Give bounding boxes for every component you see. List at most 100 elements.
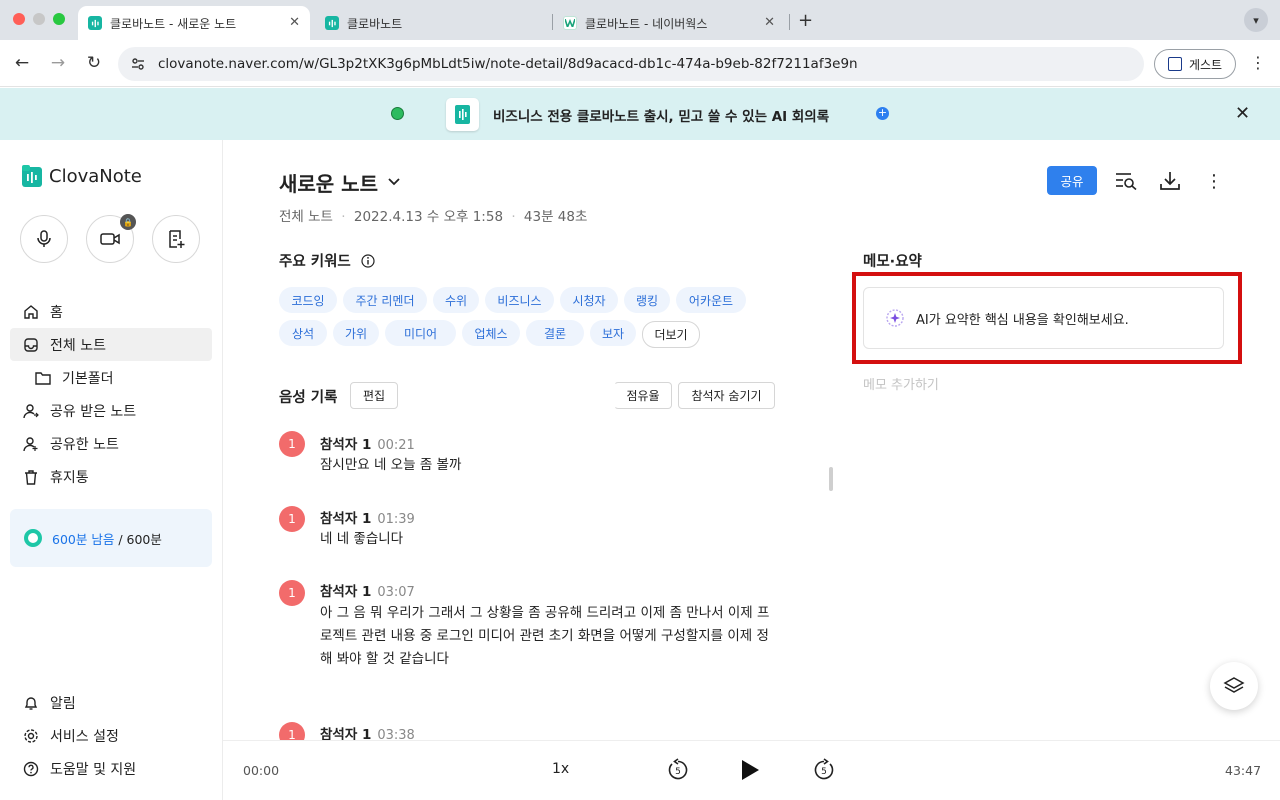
skip-seconds-label: 5 [821, 767, 827, 777]
forward-5-button[interactable]: 5 [811, 757, 837, 783]
play-icon [742, 760, 759, 780]
sidebar-item-label: 서비스 설정 [50, 728, 119, 745]
keyword-chip[interactable]: 비즈니스 [485, 287, 554, 313]
keyword-chip[interactable]: 코드잉 [279, 287, 337, 313]
keyword-chip[interactable]: 상석 [279, 320, 327, 346]
download-icon[interactable] [1159, 170, 1181, 192]
utterance-timestamp[interactable]: 03:07 [377, 585, 414, 600]
speaker-line[interactable]: 참석자 1 00:21 [320, 433, 415, 453]
browser-tab-active[interactable]: 클로바노트 - 새로운 노트 ✕ [78, 6, 310, 40]
speaker-share-button[interactable]: 점유율 [614, 382, 672, 409]
note-title-dropdown[interactable]: 새로운 노트 [279, 168, 400, 197]
keyword-chip[interactable]: 랭킹 [624, 287, 670, 313]
help-icon [22, 761, 40, 777]
reload-icon[interactable]: ↻ [83, 52, 105, 74]
speaker-line[interactable]: 참석자 1 01:39 [320, 507, 415, 527]
sidebar-item-label: 공유한 노트 [50, 436, 119, 453]
naverworks-favicon-icon [563, 16, 577, 30]
ai-summary-card[interactable]: AI가 요약한 핵심 내용을 확인해보세요. [863, 287, 1224, 349]
ai-sparkle-icon [886, 309, 904, 327]
clovanote-logo[interactable]: ClovaNote [22, 165, 142, 187]
site-settings-icon[interactable] [130, 56, 146, 72]
speaker-avatar: 1 [279, 431, 305, 457]
browser-tab[interactable]: 클로바노트 [315, 6, 547, 40]
transcript-scrollbar[interactable] [829, 467, 833, 491]
new-note-button[interactable] [152, 215, 200, 263]
more-keywords-button[interactable]: 더보기 [642, 321, 700, 348]
tab-search-chevron-icon[interactable]: ▾ [1244, 8, 1268, 32]
more-options-icon[interactable]: ⋮ [1203, 170, 1225, 192]
sidebar-item-label: 휴지통 [50, 469, 89, 486]
keyword-chip[interactable]: 어카운트 [676, 287, 746, 313]
trash-icon [22, 469, 40, 485]
keyword-chip[interactable]: 보자 [590, 320, 636, 346]
keyword-chip[interactable]: 수위 [433, 287, 479, 313]
forward-arrow-icon[interactable]: → [47, 52, 69, 74]
hide-speakers-button[interactable]: 참석자 숨기기 [678, 382, 775, 409]
tab-close-icon[interactable]: ✕ [289, 15, 300, 30]
sidebar-item-notifications[interactable]: 알림 [10, 686, 212, 719]
window-zoom-button[interactable] [53, 13, 65, 25]
skip-seconds-label: 5 [675, 767, 681, 777]
share-user-icon [22, 436, 40, 452]
sidebar-item-trash[interactable]: 휴지통 [10, 460, 212, 493]
sidebar-item-shared-by-me[interactable]: 공유한 노트 [10, 427, 212, 460]
transcript-title: 음성 기록 [279, 390, 338, 406]
browser-tab[interactable]: 클로바노트 - 네이버웍스 ✕ [553, 6, 785, 40]
tab-close-icon[interactable]: ✕ [764, 15, 775, 30]
banner-close-icon[interactable]: ✕ [1235, 103, 1250, 124]
browser-toolbar: ← → ↻ clovanote.naver.com/w/GL3p2tXK3g6p… [0, 40, 1280, 87]
logo-text: ClovaNote [49, 165, 142, 187]
current-time: 00:00 [243, 763, 280, 778]
utterance-timestamp[interactable]: 00:21 [377, 438, 414, 453]
layers-button[interactable] [1210, 662, 1258, 710]
address-bar[interactable]: clovanote.naver.com/w/GL3p2tXK3g6pMbLdt5… [118, 47, 1144, 81]
profile-button[interactable]: 게스트 [1154, 49, 1236, 79]
utterance-text[interactable]: 아 그 음 뭐 우리가 그래서 그 상황을 좀 공유해 드리려고 이제 좀 만나… [320, 602, 780, 671]
keywords-title: 주요 키워드 [279, 250, 375, 272]
sidebar-item-default-folder[interactable]: 기본폴더 [10, 361, 212, 394]
search-transcript-icon[interactable] [1115, 170, 1137, 192]
play-button[interactable] [737, 757, 763, 783]
sidebar-item-all-notes[interactable]: 전체 노트 [10, 328, 212, 361]
profile-icon [1167, 57, 1182, 71]
playback-speed-button[interactable]: 1x [552, 761, 569, 777]
new-tab-icon[interactable]: + [798, 10, 813, 31]
edit-transcript-button[interactable]: 편집 [350, 382, 398, 409]
window-minimize-button[interactable] [33, 13, 45, 25]
keyword-chip[interactable]: 가위 [333, 320, 379, 346]
record-audio-button[interactable] [20, 215, 68, 263]
utterance-text[interactable]: 잠시만요 네 오늘 좀 볼까 [320, 454, 780, 477]
clovanote-favicon-icon [88, 16, 102, 30]
sidebar-item-help[interactable]: 도움말 및 지원 [10, 752, 212, 785]
info-icon[interactable] [361, 254, 375, 272]
keyword-chip[interactable]: 주간 리멘더 [343, 287, 427, 313]
share-button[interactable]: 공유 [1047, 166, 1097, 195]
memo-title: 메모·요약 [863, 254, 922, 270]
sidebar-item-shared-with-me[interactable]: 공유 받은 노트 [10, 394, 212, 427]
tab-title: 클로바노트 - 새로운 노트 [110, 16, 237, 31]
sidebar-item-settings[interactable]: 서비스 설정 [10, 719, 212, 752]
rewind-5-button[interactable]: 5 [665, 757, 691, 783]
add-memo-input[interactable]: 메모 추가하기 [863, 374, 939, 393]
add-note-icon [169, 230, 185, 248]
banner-text[interactable]: 비즈니스 전용 클로바노트 출시, 믿고 쓸 수 있는 AI 회의록 [493, 105, 829, 125]
bell-icon [22, 695, 40, 711]
keyword-chip[interactable]: 미디어 [385, 320, 456, 346]
speaker-line[interactable]: 참석자 1 03:07 [320, 580, 415, 600]
layers-icon [1223, 677, 1245, 693]
url-text: clovanote.naver.com/w/GL3p2tXK3g6pMbLdt5… [158, 56, 858, 72]
utterance-timestamp[interactable]: 01:39 [377, 512, 414, 527]
home-icon [22, 304, 40, 320]
sidebar-item-home[interactable]: 홈 [10, 295, 212, 328]
note-duration: 43분 48초 [523, 209, 588, 225]
browser-menu-icon[interactable]: ⋮ [1250, 53, 1266, 72]
utterance-text[interactable]: 네 네 좋습니다 [320, 528, 780, 551]
back-arrow-icon[interactable]: ← [11, 52, 33, 74]
speaker-name: 참석자 1 [320, 584, 372, 600]
keyword-chip[interactable]: 시청자 [560, 287, 618, 313]
keyword-chip[interactable]: 결론 [526, 320, 584, 346]
keyword-chip[interactable]: 업체스 [462, 320, 520, 346]
usage-quota[interactable]: 600분 남음 / 600분 [10, 509, 212, 567]
window-close-button[interactable] [13, 13, 25, 25]
